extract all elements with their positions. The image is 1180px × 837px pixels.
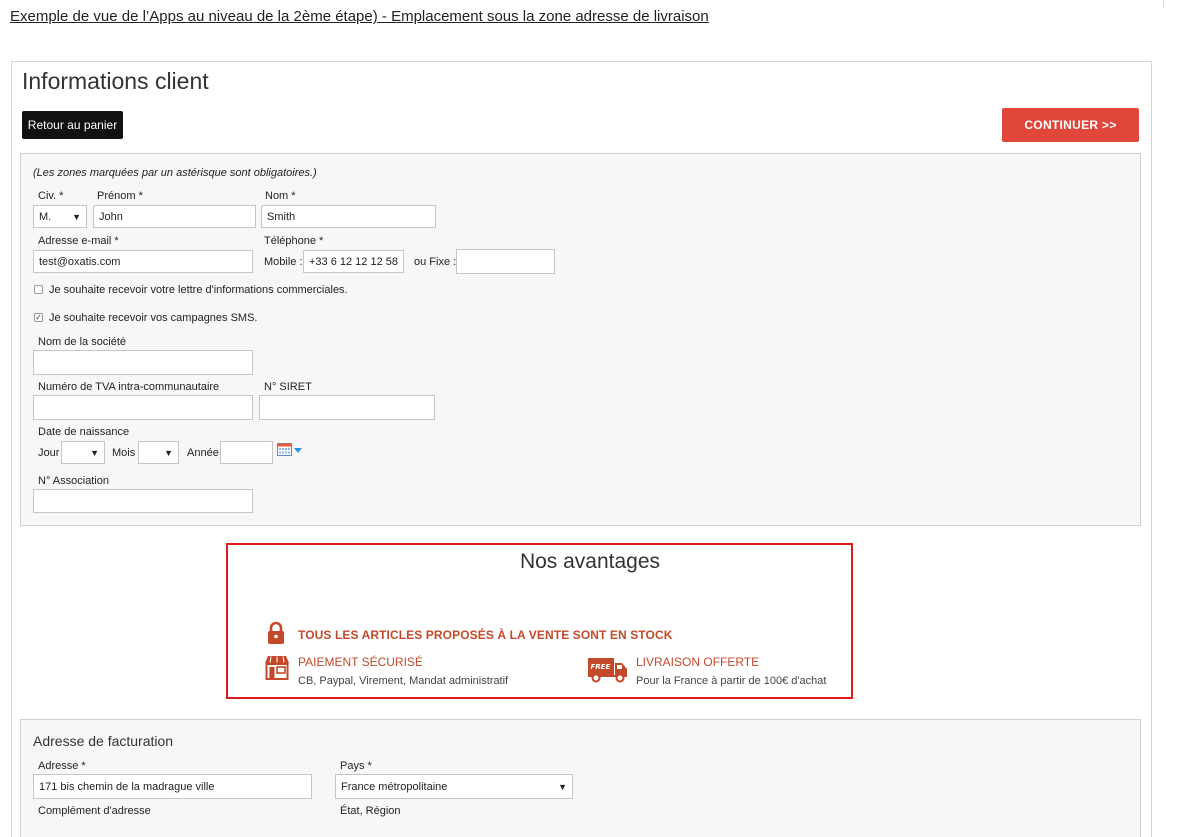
civ-select[interactable]: M. ▼: [33, 205, 87, 228]
divider: [1163, 0, 1164, 8]
country-select[interactable]: France métropolitaine ▼: [335, 774, 573, 799]
mois-label: Mois: [112, 447, 136, 459]
billing-title: Adresse de facturation: [33, 733, 174, 749]
free-badge: FREE: [591, 663, 611, 671]
payment-title: PAIEMENT SÉCURISÉ: [298, 655, 423, 669]
annee-input[interactable]: [220, 441, 273, 464]
tva-label: Numéro de TVA intra-communautaire: [38, 381, 220, 393]
nom-input[interactable]: Smith: [261, 205, 436, 228]
back-to-cart-button[interactable]: Retour au panier: [22, 111, 123, 139]
mois-select[interactable]: ▼: [138, 441, 179, 464]
payment-subtitle: CB, Paypal, Virement, Mandat administrat…: [298, 675, 509, 687]
delivery-truck-icon: FREE: [588, 658, 627, 683]
calendar-icon[interactable]: [277, 443, 303, 457]
fixe-label: ou Fixe :: [414, 256, 457, 268]
email-input[interactable]: test@oxatis.com: [33, 250, 253, 273]
association-label: N° Association: [38, 475, 110, 487]
address-input[interactable]: 171 bis chemin de la madrague ville: [33, 774, 312, 799]
advantages-title: Nos avantages: [519, 550, 661, 573]
chevron-down-icon: ▼: [558, 781, 567, 792]
stock-statement: TOUS LES ARTICLES PROPOSÉS À LA VENTE SO…: [298, 628, 673, 642]
company-label: Nom de la société: [38, 336, 127, 348]
chevron-down-icon: ▼: [90, 447, 99, 458]
delivery-subtitle: Pour la France à partir de 100€ d'achat: [636, 675, 827, 687]
civ-value: M.: [39, 210, 52, 223]
sms-checkbox[interactable]: ✓: [34, 313, 43, 322]
nom-label: Nom *: [265, 190, 296, 202]
newsletter-checkbox[interactable]: [34, 285, 43, 294]
annee-label: Année: [187, 447, 219, 459]
chevron-down-icon: ▼: [72, 211, 81, 222]
fixe-input[interactable]: [456, 249, 555, 274]
country-label: Pays *: [340, 760, 372, 772]
newsletter-label: Je souhaite recevoir votre lettre d'info…: [49, 284, 348, 296]
mobile-label: Mobile :: [264, 256, 303, 268]
siret-label: N° SIRET: [264, 381, 312, 393]
mobile-input[interactable]: +33 6 12 12 12 58: [303, 250, 404, 273]
email-label: Adresse e-mail *: [38, 235, 119, 247]
prenom-input[interactable]: John: [93, 205, 256, 228]
jour-select[interactable]: ▼: [61, 441, 105, 464]
prenom-label: Prénom *: [97, 190, 143, 202]
phone-label: Téléphone *: [264, 235, 324, 247]
continue-button[interactable]: CONTINUER >>: [1002, 108, 1139, 142]
delivery-title: LIVRAISON OFFERTE: [636, 655, 760, 669]
required-note: (Les zones marquées par un astérisque so…: [33, 167, 317, 179]
region-label: État, Région: [340, 805, 401, 817]
tva-input[interactable]: [33, 395, 253, 420]
civ-label: Civ. *: [38, 190, 64, 202]
association-input[interactable]: [33, 489, 253, 513]
example-caption-link[interactable]: Exemple de vue de l’Apps au niveau de la…: [10, 8, 709, 25]
complement-label: Complément d'adresse: [38, 805, 151, 817]
birthdate-label: Date de naissance: [38, 426, 130, 438]
country-value: France métropolitaine: [341, 780, 448, 793]
sms-label: Je souhaite recevoir vos campagnes SMS.: [49, 312, 258, 324]
page-title: Informations client: [22, 68, 209, 94]
siret-input[interactable]: [259, 395, 435, 420]
jour-label: Jour: [38, 447, 60, 459]
shop-icon: [265, 656, 289, 680]
chevron-down-icon: ▼: [164, 447, 173, 458]
lock-icon: [268, 621, 284, 644]
company-input[interactable]: [33, 350, 253, 375]
address-label: Adresse *: [38, 760, 86, 772]
